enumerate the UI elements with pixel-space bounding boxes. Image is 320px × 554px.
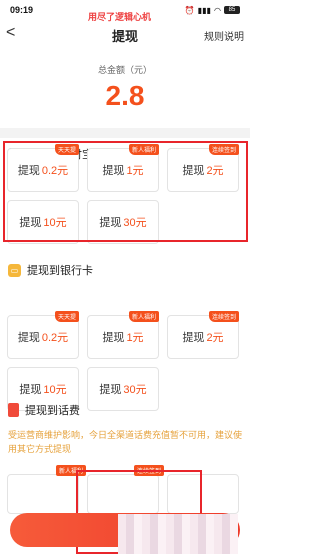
- option-prefix: 提现: [102, 332, 125, 344]
- bank-card-icon: ▭: [8, 263, 21, 277]
- withdraw-option[interactable]: 提现 1元 新人福利: [87, 144, 159, 192]
- bank-title-label: 提现到银行卡: [27, 265, 93, 277]
- page-header: < 提现 规则说明: [0, 22, 250, 48]
- balance-label: 总金额（元）: [97, 65, 152, 75]
- option-tag: 连续签到: [134, 465, 165, 476]
- page-title: 提现: [111, 28, 138, 44]
- phone-notice: 受运营商维护影响，今日全渠道话费充值暂不可用，建议使用其它方式提现: [8, 430, 243, 454]
- option-amount: 0.2元: [41, 165, 69, 177]
- withdraw-option[interactable]: 提现 2元 连续签到: [167, 144, 239, 192]
- option-tag: 连续签到: [208, 144, 239, 155]
- status-time: 09:19: [10, 5, 34, 15]
- phone-option-partial[interactable]: [167, 474, 239, 514]
- phone-icon: [8, 403, 19, 417]
- withdraw-option[interactable]: 提现 0.2元 天天提: [7, 311, 79, 359]
- status-icons: ⏰ ▮▮▮ ◠ 85: [185, 6, 240, 15]
- rules-link[interactable]: 规则说明: [204, 28, 244, 43]
- option-prefix: 提现: [17, 332, 40, 344]
- option-tag: 新人福利: [56, 465, 87, 476]
- alipay-options: 提现 0.2元 天天提 提现 1元 新人福利 提现 2元 连续签到 提现 10元…: [7, 144, 243, 244]
- option-amount: 10元: [43, 384, 67, 396]
- option-prefix: 提现: [19, 217, 42, 229]
- withdraw-option[interactable]: 提现 1元 新人福利: [87, 311, 159, 359]
- phone-option-partial[interactable]: [87, 474, 159, 514]
- option-prefix: 提现: [19, 384, 42, 396]
- withdraw-option[interactable]: 提现 30元: [87, 200, 159, 244]
- option-amount: 1元: [126, 332, 144, 344]
- option-prefix: 提现: [99, 384, 122, 396]
- option-tag: 新人福利: [128, 144, 159, 155]
- option-amount: 10元: [43, 217, 67, 229]
- option-prefix: 提现: [17, 165, 40, 177]
- withdraw-option[interactable]: 提现 10元: [7, 200, 79, 244]
- option-prefix: 提现: [102, 165, 125, 177]
- phone-section-title: 提现到话费: [8, 402, 80, 418]
- signal-icon: ▮▮▮: [197, 5, 212, 15]
- option-prefix: 提现: [99, 217, 122, 229]
- bank-options: 提现 0.2元 天天提 提现 1元 新人福利 提现 2元 连续签到 提现 10元…: [7, 311, 243, 411]
- phone-option-partial[interactable]: [7, 474, 79, 514]
- option-amount: 2元: [206, 165, 224, 177]
- alarm-icon: ⏰: [184, 5, 195, 15]
- wifi-icon: ◠: [214, 5, 221, 15]
- withdraw-option[interactable]: 提现 30元: [87, 367, 159, 411]
- phone-title-label: 提现到话费: [25, 405, 80, 417]
- battery-icon: 85: [224, 6, 240, 14]
- back-button[interactable]: <: [6, 24, 15, 42]
- option-amount: 30元: [123, 384, 147, 396]
- option-tag: 连续签到: [208, 311, 239, 322]
- option-amount: 30元: [123, 217, 147, 229]
- option-amount: 0.2元: [41, 332, 69, 344]
- option-prefix: 提现: [182, 165, 205, 177]
- section-divider: [0, 128, 250, 138]
- blur-overlay: [118, 514, 238, 554]
- bank-section-title: ▭ 提现到银行卡: [8, 262, 93, 278]
- option-tag: 新人福利: [128, 311, 159, 322]
- option-amount: 1元: [126, 165, 144, 177]
- option-amount: 2元: [206, 332, 224, 344]
- option-tag: 天天提: [54, 311, 79, 322]
- option-tag: 天天提: [54, 144, 79, 155]
- withdraw-option[interactable]: 提现 2元 连续签到: [167, 311, 239, 359]
- withdraw-option[interactable]: 提现 0.2元 天天提: [7, 144, 79, 192]
- option-prefix: 提现: [182, 332, 205, 344]
- balance-value: 2.8: [105, 80, 145, 111]
